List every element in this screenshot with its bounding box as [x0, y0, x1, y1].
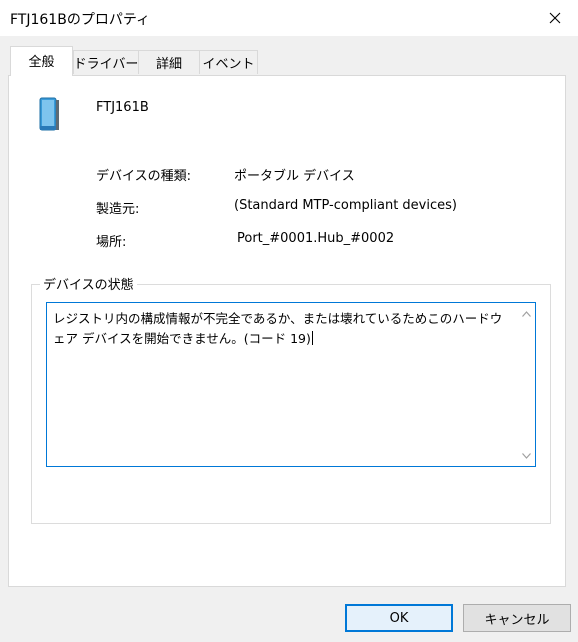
- device-status-textbox[interactable]: レジストリ内の構成情報が不完全であるか、または壊れているためこのハードウェア デ…: [46, 302, 536, 467]
- window-title: FTJ161Bのプロパティ: [10, 12, 150, 28]
- scroll-up-button[interactable]: [518, 305, 535, 322]
- ok-button[interactable]: OK: [345, 604, 453, 632]
- vertical-scrollbar[interactable]: [518, 303, 535, 466]
- location-label: 場所:: [96, 235, 127, 250]
- cancel-button-label: キャンセル: [484, 612, 550, 628]
- device-status-text: レジストリ内の構成情報が不完全であるか、または壊れているためこのハードウェア デ…: [53, 309, 513, 349]
- portable-device-icon: [39, 97, 59, 131]
- tab-label: イベント: [202, 57, 255, 72]
- tab-label: 全般: [28, 55, 55, 70]
- manufacturer-label: 製造元:: [96, 202, 140, 217]
- close-icon: [549, 12, 561, 24]
- text-caret: [311, 331, 313, 345]
- device-name: FTJ161B: [96, 100, 149, 115]
- tab-events[interactable]: イベント: [199, 50, 258, 74]
- chevron-up-icon: [522, 310, 531, 317]
- cancel-button[interactable]: キャンセル: [463, 604, 571, 632]
- device-status-message: レジストリ内の構成情報が不完全であるか、または壊れているためこのハードウェア デ…: [53, 311, 503, 346]
- manufacturer-value: (Standard MTP-compliant devices): [234, 198, 457, 213]
- device-status-legend: デバイスの状態: [40, 274, 137, 293]
- tab-label: 詳細: [155, 57, 182, 72]
- device-type-value: ポータブル デバイス: [234, 169, 355, 184]
- ok-button-label: OK: [389, 610, 409, 626]
- tab-general[interactable]: 全般: [10, 46, 73, 76]
- tab-driver[interactable]: ドライバー: [73, 50, 139, 74]
- tab-label: ドライバー: [73, 57, 139, 72]
- device-type-label: デバイスの種類:: [96, 169, 191, 184]
- properties-dialog: FTJ161Bのプロパティ 全般 ドライバー 詳細 イベント FTJ161B デ…: [0, 0, 578, 642]
- title-bar: FTJ161Bのプロパティ: [0, 0, 578, 36]
- tab-details[interactable]: 詳細: [138, 50, 200, 74]
- chevron-down-icon: [522, 452, 531, 459]
- close-button[interactable]: [532, 0, 578, 36]
- location-value: Port_#0001.Hub_#0002: [237, 231, 395, 246]
- scroll-down-button[interactable]: [518, 447, 535, 464]
